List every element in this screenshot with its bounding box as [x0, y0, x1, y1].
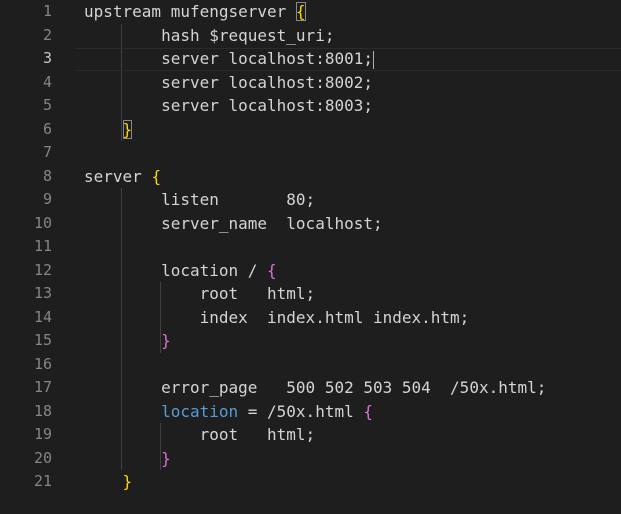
code-token: upstream mufengserver	[84, 2, 296, 21]
code-text[interactable]: server_name localhost;	[84, 212, 383, 235]
code-line[interactable]: 15 }	[0, 329, 621, 352]
code-line[interactable]: 18 location = /50x.html {	[0, 400, 621, 423]
bracket-token: }	[122, 119, 133, 139]
code-line[interactable]: 14 index index.html index.htm;	[0, 306, 621, 329]
code-text[interactable]: }	[84, 447, 171, 470]
line-number: 14	[33, 307, 52, 326]
line-number: 5	[42, 96, 52, 114]
code-line[interactable]: 21 }	[0, 470, 621, 493]
line-number: 3	[42, 49, 52, 67]
code-text[interactable]: server localhost:8002;	[84, 71, 373, 94]
code-token: hash $request_uri;	[84, 25, 335, 45]
line-number: 21	[33, 472, 52, 490]
code-text[interactable]: }	[84, 470, 133, 493]
line-number: 11	[33, 237, 52, 255]
text-cursor	[372, 50, 374, 69]
code-token: = /50x.html	[238, 401, 364, 421]
code-token: error_page 500 502 503 504 /50x.html;	[84, 378, 547, 397]
code-line[interactable]: 1 upstream mufengserver {	[0, 0, 621, 23]
code-token: server_name localhost;	[84, 213, 383, 233]
code-line[interactable]: 10 server_name localhost;	[0, 212, 621, 235]
line-number: 8	[42, 166, 52, 185]
code-text[interactable]: server localhost:8001;	[84, 47, 374, 70]
bracket-token: }	[122, 472, 133, 491]
code-line[interactable]: 5 server localhost:8003;	[0, 94, 621, 117]
code-line[interactable]: 13 root html;	[0, 282, 621, 305]
line-number: 20	[33, 448, 52, 467]
line-number: 13	[33, 284, 52, 302]
code-text[interactable]: root html;	[84, 423, 316, 446]
bracket-token: {	[151, 166, 162, 186]
line-number: 12	[33, 260, 52, 279]
code-text[interactable]: server {	[84, 165, 161, 188]
line-number: 6	[42, 119, 52, 138]
code-text[interactable]: server localhost:8003;	[84, 94, 373, 117]
code-token: location /	[84, 260, 268, 280]
bracket-token: {	[363, 401, 373, 421]
code-line[interactable]: 6 }	[0, 118, 621, 141]
line-number: 4	[42, 72, 52, 91]
code-token: server	[84, 166, 152, 186]
line-number: 18	[33, 401, 52, 420]
keyword-token: location	[161, 401, 239, 421]
line-number: 16	[33, 354, 52, 373]
code-line[interactable]: 11	[0, 235, 621, 258]
code-token: listen 80;	[84, 190, 316, 209]
bracket-token: }	[161, 448, 171, 468]
code-text[interactable]: error_page 500 502 503 504 /50x.html;	[84, 376, 546, 399]
line-number: 7	[42, 143, 52, 161]
line-number: 19	[33, 425, 52, 443]
code-text[interactable]: location = /50x.html {	[84, 400, 373, 423]
code-editor[interactable]: 1 upstream mufengserver {2 hash $request_…	[0, 0, 621, 514]
bracket-token: {	[295, 2, 306, 21]
bracket-token: {	[267, 260, 277, 280]
code-line[interactable]: 19 root html;	[0, 423, 621, 446]
code-line[interactable]: 12 location / {	[0, 259, 621, 282]
code-text[interactable]: upstream mufengserver {	[84, 0, 306, 23]
code-token: root html;	[84, 425, 316, 444]
code-text[interactable]: hash $request_uri;	[84, 24, 334, 47]
line-number: 17	[33, 378, 52, 396]
line-number: 10	[33, 213, 52, 232]
code-token: index index.html index.htm;	[84, 307, 470, 327]
code-text[interactable]: index index.html index.htm;	[84, 306, 470, 329]
code-token: server localhost:8002;	[84, 72, 373, 92]
code-line[interactable]: 20 }	[0, 447, 621, 470]
line-number: 1	[42, 2, 52, 20]
code-text[interactable]: listen 80;	[84, 188, 315, 211]
bracket-token: }	[161, 331, 171, 350]
code-token: server localhost:8003;	[84, 96, 373, 115]
code-line[interactable]: 4 server localhost:8002;	[0, 71, 621, 94]
code-line[interactable]: 9 listen 80;	[0, 188, 621, 211]
code-line[interactable]: 17 error_page 500 502 503 504 /50x.html;	[0, 376, 621, 399]
line-number: 9	[42, 190, 52, 208]
code-line[interactable]: 3 server localhost:8001;	[0, 47, 621, 70]
code-text[interactable]: root html;	[84, 282, 316, 305]
code-line[interactable]: 7	[0, 141, 621, 164]
code-text[interactable]: }	[84, 118, 133, 141]
code-line[interactable]: 16	[0, 353, 621, 376]
line-number: 15	[33, 331, 52, 349]
code-token: root html;	[84, 284, 316, 303]
code-text[interactable]: location / {	[84, 259, 277, 282]
code-text[interactable]: }	[84, 329, 171, 352]
line-number: 2	[42, 25, 52, 44]
code-line[interactable]: 2 hash $request_uri;	[0, 24, 621, 47]
code-line[interactable]: 8 server {	[0, 165, 621, 188]
code-token: server localhost:8001;	[84, 49, 373, 68]
